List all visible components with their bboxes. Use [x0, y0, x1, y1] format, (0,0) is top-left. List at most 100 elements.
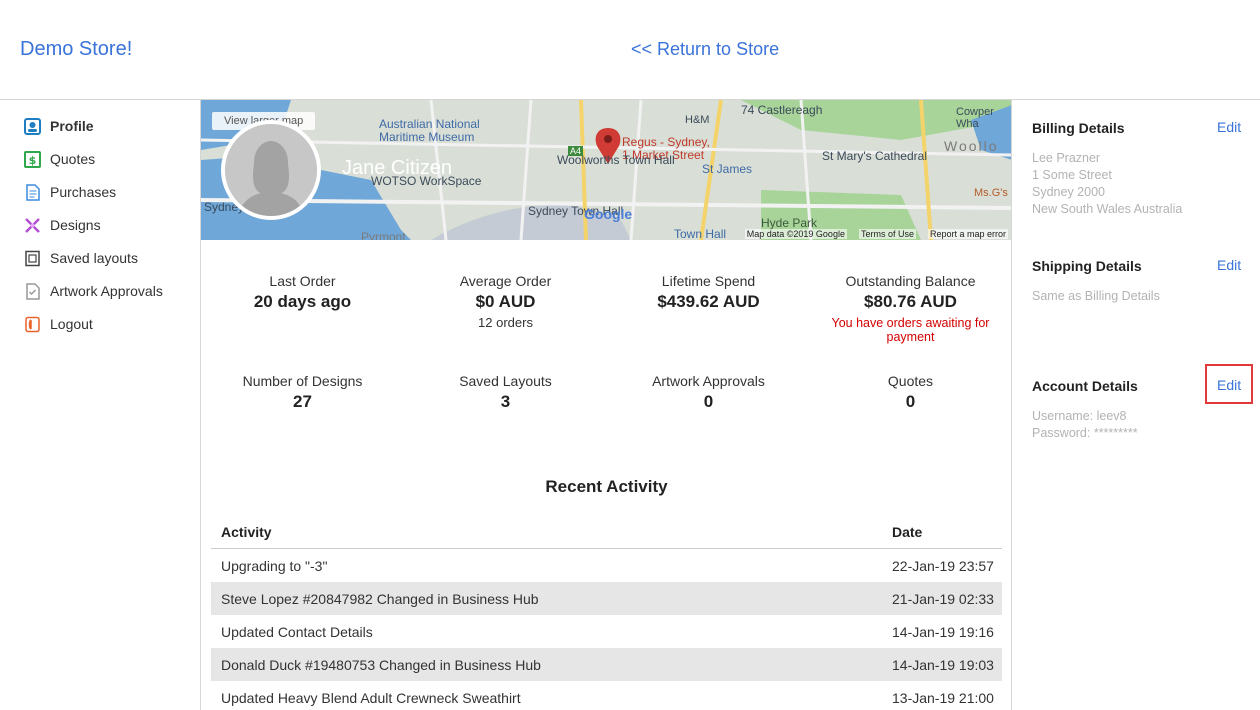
map-data-credit: Map data ©2019 Google	[744, 229, 847, 239]
stat-label: Outstanding Balance	[845, 273, 976, 289]
date-cell: 14-Jan-19 19:16	[892, 623, 994, 640]
map-label-hm: H&M	[685, 114, 710, 126]
logout-icon	[24, 316, 41, 333]
sidebar-item-designs[interactable]: Designs	[24, 214, 101, 236]
map-label-pyrmont: Pyrmont	[361, 230, 406, 240]
map-label-hyde-park: Hyde Park	[761, 216, 818, 230]
edit-billing-button[interactable]: Edit	[1217, 119, 1241, 135]
table-row: Updated Contact Details 14-Jan-19 19:16	[211, 615, 1002, 648]
map-label-a4: A4	[568, 146, 584, 156]
map-footer: Map data ©2019 Google Terms of Use Repor…	[744, 229, 1008, 239]
recent-activity-table: Activity Date Upgrading to "-3" 22-Jan-1…	[211, 516, 1002, 710]
stat-last-order: Last Order 20 days ago	[201, 273, 404, 312]
stat-label: Lifetime Spend	[661, 273, 756, 289]
stat-number-of-designs: Number of Designs 27	[201, 373, 404, 412]
table-row: Steve Lopez #20847982 Changed in Busines…	[211, 582, 1002, 615]
stat-value: 0	[905, 392, 916, 411]
activity-cell: Upgrading to "-3"	[221, 557, 328, 574]
stat-label: Last Order	[269, 273, 336, 289]
account-details-title: Account Details	[1032, 378, 1138, 394]
svg-text:$: $	[29, 154, 37, 167]
activity-cell: Updated Heavy Blend Adult Crewneck Sweat…	[221, 689, 521, 706]
account-password: Password: *********	[1032, 426, 1138, 440]
sidebar-item-profile[interactable]: Profile	[24, 115, 94, 137]
sidebar-item-logout[interactable]: Logout	[24, 313, 93, 335]
dollar-icon: $	[24, 150, 41, 168]
sidebar-item-label: Profile	[50, 118, 94, 134]
billing-line: New South Wales Australia	[1032, 202, 1183, 216]
store-brand-link[interactable]: Demo Store!	[20, 38, 132, 61]
date-cell: 14-Jan-19 19:03	[892, 656, 994, 673]
table-row: Donald Duck #19480753 Changed in Busines…	[211, 648, 1002, 681]
sidebar-item-label: Saved layouts	[50, 250, 138, 266]
column-header-activity: Activity	[221, 524, 272, 540]
location-map[interactable]: Australian National Maritime Museum WOTS…	[201, 100, 1011, 240]
map-label-st-marys: St Mary's Cathedral	[822, 149, 927, 163]
activity-cell: Donald Duck #19480753 Changed in Busines…	[221, 656, 541, 673]
map-label-town-hall: Town Hall	[674, 227, 727, 240]
stat-artwork-approvals: Artwork Approvals 0	[607, 373, 810, 412]
approval-icon	[24, 282, 41, 300]
document-icon	[24, 183, 41, 201]
details-pane: Billing Details Edit Lee Prazner 1 Some …	[1013, 100, 1260, 710]
billing-line: 1 Some Street	[1032, 168, 1112, 182]
stat-value: $439.62 AUD	[657, 292, 760, 311]
sidebar-item-label: Purchases	[50, 184, 117, 200]
billing-details-title: Billing Details	[1032, 120, 1125, 136]
account-username: Username: leev8	[1032, 409, 1127, 423]
sidebar-item-quotes[interactable]: $ Quotes	[24, 148, 95, 170]
table-row: Updated Heavy Blend Adult Crewneck Sweat…	[211, 681, 1002, 710]
stat-label: Average Order	[459, 273, 552, 289]
map-report-error-link[interactable]: Report a map error	[927, 229, 1008, 239]
edit-shipping-button[interactable]: Edit	[1217, 257, 1241, 273]
table-row: Upgrading to "-3" 22-Jan-19 23:57	[211, 549, 1002, 582]
stat-sub: 12 orders	[478, 315, 533, 330]
profile-name: Jane Citizen	[342, 157, 453, 179]
stat-value: $80.76 AUD	[864, 292, 957, 311]
stat-quotes: Quotes 0	[809, 373, 1011, 412]
stat-lifetime-spend: Lifetime Spend $439.62 AUD	[607, 273, 810, 312]
avatar	[221, 120, 321, 220]
map-label-cowper: Cowper Wha	[956, 106, 994, 130]
profile-icon	[24, 117, 41, 135]
billing-line: Lee Prazner	[1032, 151, 1101, 165]
stat-value: $0 AUD	[475, 292, 536, 311]
stat-value: 3	[500, 392, 511, 411]
stat-label: Saved Layouts	[459, 373, 552, 389]
recent-activity-title: Recent Activity	[545, 477, 668, 496]
map-label-museum: Australian National Maritime Museum	[379, 117, 480, 144]
map-label-woollo: Woollo	[944, 138, 999, 154]
stat-label: Number of Designs	[242, 373, 363, 389]
main-content: Australian National Maritime Museum WOTS…	[200, 100, 1012, 710]
sidebar-item-label: Designs	[50, 217, 101, 233]
date-cell: 13-Jan-19 21:00	[892, 689, 994, 706]
date-cell: 22-Jan-19 23:57	[892, 557, 994, 574]
google-logo: Google	[584, 206, 633, 222]
stat-average-order: Average Order $0 AUD 12 orders	[404, 273, 607, 330]
map-terms-link[interactable]: Terms of Use	[858, 229, 916, 239]
billing-line: Sydney 2000	[1032, 185, 1105, 199]
stat-value: 27	[293, 392, 312, 411]
map-label-st-james: St James	[702, 162, 753, 176]
shipping-line: Same as Billing Details	[1032, 289, 1160, 303]
sidebar-item-saved-layouts[interactable]: Saved layouts	[24, 247, 138, 269]
map-label-msgs: Ms.G's	[974, 187, 1008, 199]
sidebar-item-label: Quotes	[50, 151, 96, 167]
sidebar-item-label: Artwork Approvals	[50, 283, 163, 299]
date-cell: 21-Jan-19 02:33	[892, 590, 994, 607]
design-icon	[24, 217, 41, 234]
sidebar: Profile $ Quotes Purchases Designs Saved…	[0, 100, 200, 710]
table-header: Activity Date	[211, 516, 1002, 549]
stat-label: Quotes	[887, 373, 934, 389]
sidebar-item-label: Logout	[50, 316, 93, 332]
sidebar-item-purchases[interactable]: Purchases	[24, 181, 116, 203]
sidebar-item-artwork-approvals[interactable]: Artwork Approvals	[24, 280, 163, 302]
stat-saved-layouts: Saved Layouts 3	[404, 373, 607, 412]
stat-value: 20 days ago	[253, 292, 352, 311]
stat-value: 0	[703, 392, 714, 411]
shipping-details-title: Shipping Details	[1032, 258, 1142, 274]
return-to-store-link[interactable]: << Return to Store	[631, 39, 779, 60]
payment-warning: You have orders awaiting for payment	[831, 316, 990, 344]
top-bar: Demo Store! << Return to Store	[0, 0, 1260, 100]
edit-account-button[interactable]: Edit	[1217, 377, 1241, 393]
